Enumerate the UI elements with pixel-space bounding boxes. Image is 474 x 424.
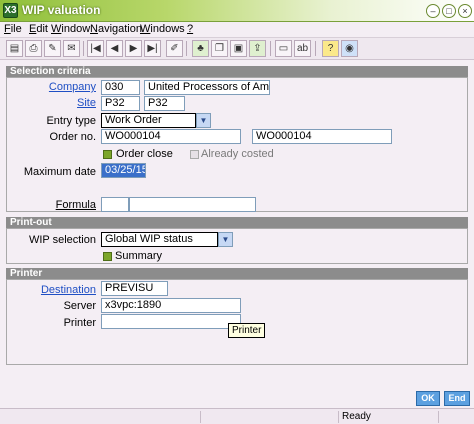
order-no-label: Order no.	[49, 131, 96, 143]
order-close-label: Order close	[116, 148, 173, 160]
close-icon[interactable]: ×	[458, 4, 472, 18]
window-title: WIP valuation	[22, 3, 101, 17]
site-code-field[interactable]: P32	[101, 96, 140, 111]
wip-selection-select[interactable]: Global WIP status	[101, 232, 218, 247]
tree-icon[interactable]: ♣	[192, 40, 209, 57]
toolbar-separator	[270, 41, 271, 56]
status-ready: Ready	[338, 411, 438, 423]
toolbar: ▤ ⎙ ✎ ✉ |◀ ◀ ▶ ▶| ✐ ♣ ❐ ▣ ⇪ ▭ ab ? ◉	[0, 38, 474, 60]
toolbar-separator	[186, 41, 187, 56]
prev-icon[interactable]: ◀	[106, 40, 123, 57]
menu-edit[interactable]: Edit	[29, 23, 48, 35]
destination-label[interactable]: Destination	[20, 284, 96, 296]
ref-icon[interactable]: ?	[322, 40, 339, 57]
summary-checkbox[interactable]	[103, 252, 112, 261]
save-icon[interactable]: ▤	[6, 40, 23, 57]
app-icon: X3	[3, 3, 18, 18]
menu-bar: File Edit Window Navigation Windows ?	[0, 22, 474, 38]
already-costed-label: Already costed	[201, 148, 274, 160]
ok-button[interactable]: OK	[416, 391, 440, 406]
title-bar: X3 WIP valuation – □ ×	[0, 0, 474, 22]
order-to-field[interactable]: WO000104	[252, 129, 392, 144]
max-date-label: Maximum date	[23, 166, 96, 178]
menu-windows[interactable]: Windows	[140, 23, 185, 35]
section-printout-header: Print-out	[6, 217, 468, 228]
section-selection-header: Selection criteria	[6, 66, 468, 77]
order-close-checkbox[interactable]	[103, 150, 112, 159]
company-label[interactable]: Company	[40, 81, 96, 93]
company-name-field: United Processors of America	[144, 80, 270, 95]
toolbar-separator	[83, 41, 84, 56]
entry-type-select[interactable]: Work Order	[101, 113, 196, 128]
edit-icon[interactable]: ✐	[166, 40, 183, 57]
last-icon[interactable]: ▶|	[144, 40, 161, 57]
status-cell	[200, 411, 338, 423]
chevron-down-icon[interactable]: ▼	[218, 232, 233, 247]
status-bar: Ready	[0, 408, 474, 424]
entry-type-label: Entry type	[46, 115, 96, 127]
copy-icon[interactable]: ❐	[211, 40, 228, 57]
site-label[interactable]: Site	[40, 97, 96, 109]
destination-field[interactable]: PREVISU	[101, 281, 168, 296]
order-from-field[interactable]: WO000104	[101, 129, 241, 144]
max-date-field[interactable]: 03/25/15	[101, 163, 146, 178]
window-icon[interactable]: ▣	[230, 40, 247, 57]
menu-file[interactable]: File	[4, 23, 22, 35]
next-icon[interactable]: ▶	[125, 40, 142, 57]
formula-label[interactable]: Formula	[40, 199, 96, 211]
print-icon[interactable]: ⎙	[25, 40, 42, 57]
attach-icon[interactable]: ✉	[63, 40, 80, 57]
summary-label: Summary	[115, 250, 163, 262]
status-cell	[438, 411, 474, 423]
company-code-field[interactable]: 030	[101, 80, 140, 95]
printer-label: Printer	[63, 317, 96, 329]
chevron-down-icon[interactable]: ▼	[196, 113, 211, 128]
maximize-icon[interactable]: □	[442, 4, 456, 18]
menu-help[interactable]: ?	[187, 23, 193, 35]
menu-navigation[interactable]: Navigation	[90, 23, 142, 35]
end-button[interactable]: End	[444, 391, 470, 406]
already-costed-checkbox	[190, 150, 199, 159]
field-icon[interactable]: ab	[294, 40, 311, 57]
menu-window[interactable]: Window	[51, 23, 90, 35]
text-icon[interactable]: ▭	[275, 40, 292, 57]
delete-icon[interactable]: ✎	[44, 40, 61, 57]
server-field[interactable]: x3vpc:1890	[101, 298, 241, 313]
site-name-field: P32	[144, 96, 185, 111]
first-icon[interactable]: |◀	[87, 40, 104, 57]
wip-selection-label: WIP selection	[28, 234, 96, 246]
printer-field[interactable]	[101, 314, 241, 329]
server-label: Server	[63, 300, 96, 312]
formula-desc-field	[129, 197, 256, 212]
web-icon[interactable]: ◉	[341, 40, 358, 57]
printer-tooltip: Printer	[228, 323, 266, 338]
formula-code-field[interactable]	[101, 197, 129, 212]
minimize-icon[interactable]: –	[426, 4, 440, 18]
toolbar-separator	[315, 41, 316, 56]
export-icon[interactable]: ⇪	[249, 40, 266, 57]
section-printer-header: Printer	[6, 268, 468, 279]
